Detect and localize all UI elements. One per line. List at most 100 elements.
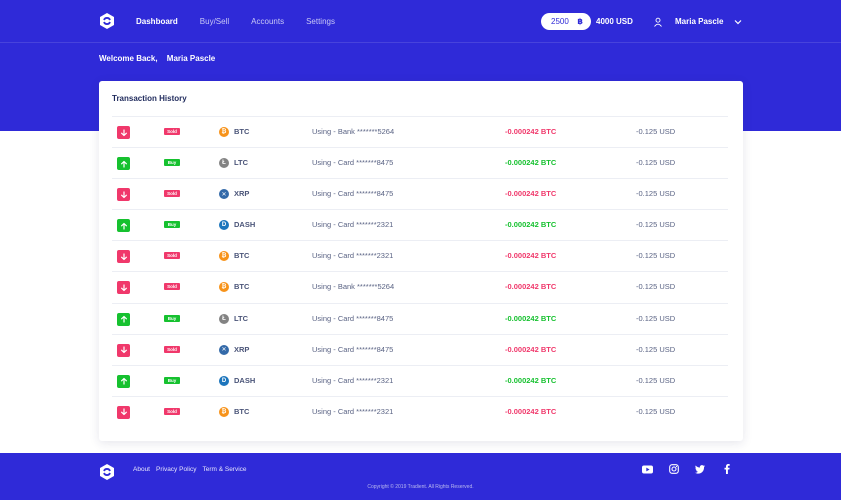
table-row[interactable]: Buy Ł LTC Using - Card *******8475 -0.000242…: [112, 302, 728, 334]
instagram-icon[interactable]: [668, 463, 680, 475]
nav-accounts[interactable]: Accounts: [251, 17, 284, 26]
arrow-up-icon: [117, 157, 130, 171]
coin-name: XRP: [234, 189, 250, 199]
crypto-amount: -0.000242 BTC: [505, 375, 557, 385]
crypto-amount: -0.000242 BTC: [505, 220, 557, 230]
balance-widget: 2500 ฿ 4000 USD: [541, 13, 633, 30]
coin-name: BTC: [234, 282, 250, 292]
xrp-coin-icon: ✕: [219, 189, 229, 200]
main-nav: Dashboard Buy/Sell Accounts Settings: [136, 0, 357, 43]
table-row[interactable]: Sold ₿ BTC Using - Bank *******5264 -0.00024…: [112, 271, 728, 302]
twitter-icon[interactable]: [694, 463, 706, 475]
user-menu[interactable]: Maria Pascle: [653, 13, 743, 30]
coin-name: BTC: [234, 251, 250, 261]
crypto-amount: -0.000242 BTC: [505, 344, 557, 354]
coin-name: DASH: [234, 220, 256, 230]
arrow-down-icon: [117, 405, 130, 419]
payment-method: Using - Bank *******5264: [312, 282, 395, 292]
usd-amount: -0.125 USD: [636, 313, 676, 323]
dash-coin-icon: D: [219, 220, 229, 231]
table-row[interactable]: Sold ₿ BTC Using - Bank *******5264 -0.00024…: [112, 116, 728, 147]
usd-amount: -0.125 USD: [636, 251, 676, 261]
logo-icon[interactable]: [98, 12, 116, 30]
arrow-down-icon: [117, 343, 130, 357]
usd-amount: -0.125 USD: [636, 282, 676, 292]
footer-link-about[interactable]: About: [133, 466, 150, 473]
coin-name: LTC: [234, 313, 249, 323]
transaction-type-badge: Sold: [164, 252, 180, 260]
transaction-type-badge: Sold: [164, 283, 180, 291]
payment-method: Using - Card *******2321: [312, 406, 394, 416]
btc-coin-icon: ₿: [219, 251, 229, 262]
arrow-up-icon: [117, 374, 130, 388]
crypto-amount: -0.000242 BTC: [505, 189, 557, 199]
table-row[interactable]: Buy D DASH Using - Card *******2321 -0.00024…: [112, 209, 728, 240]
table-row[interactable]: Buy Ł LTC Using - Card *******8475 -0.000242…: [112, 147, 728, 178]
welcome-message: Welcome Back, Maria Pascle: [99, 54, 222, 63]
crypto-amount: -0.000242 BTC: [505, 406, 557, 416]
youtube-icon[interactable]: [641, 463, 653, 475]
table-row[interactable]: Sold ✕ XRP Using - Card *******8475 -0.00024…: [112, 178, 728, 209]
arrow-down-icon: [117, 281, 130, 295]
dash-coin-icon: D: [219, 375, 229, 386]
payment-method: Using - Card *******2321: [312, 220, 394, 230]
footer: About Privacy Policy Term & Service Copy…: [0, 453, 841, 500]
btc-balance-pill[interactable]: 2500 ฿: [541, 13, 591, 30]
usd-amount: -0.125 USD: [636, 127, 676, 136]
arrow-down-icon: [117, 188, 130, 202]
ltc-coin-icon: Ł: [219, 158, 229, 169]
transaction-type-badge: Buy: [164, 376, 180, 384]
arrow-up-icon: [117, 219, 130, 233]
arrow-down-icon: [117, 250, 130, 264]
xrp-coin-icon: ✕: [219, 344, 229, 355]
crypto-amount: -0.000242 BTC: [505, 313, 557, 323]
transaction-type-badge: Sold: [164, 345, 180, 353]
transaction-type-badge: Buy: [164, 159, 180, 167]
crypto-amount: -0.000242 BTC: [505, 251, 557, 261]
transaction-type-badge: Buy: [164, 314, 180, 322]
coin-name: XRP: [234, 344, 250, 354]
btc-coin-icon: ₿: [219, 127, 229, 137]
usd-amount: -0.125 USD: [636, 406, 676, 416]
nav-dashboard[interactable]: Dashboard: [136, 17, 178, 26]
footer-logo-icon[interactable]: [98, 463, 116, 481]
table-row[interactable]: Buy D DASH Using - Card *******2321 -0.00024…: [112, 364, 728, 396]
table-row[interactable]: Sold ₿ BTC Using - Card *******2321 -0.00024…: [112, 395, 728, 427]
bitcoin-icon: ฿: [577, 17, 583, 26]
facebook-icon[interactable]: [721, 463, 733, 475]
payment-method: Using - Card *******8475: [312, 344, 394, 354]
usd-amount: -0.125 USD: [636, 158, 676, 168]
card-title: Transaction History: [112, 94, 187, 103]
nav-buy-sell[interactable]: Buy/Sell: [200, 17, 229, 26]
transaction-history-card: Transaction History Sold ₿ BTC Using - Bank…: [99, 81, 743, 441]
crypto-amount: -0.000242 BTC: [505, 282, 557, 292]
transaction-list: Sold ₿ BTC Using - Bank *******5264 -0.00024…: [112, 116, 728, 427]
usd-amount: -0.125 USD: [636, 220, 676, 230]
table-row[interactable]: Sold ✕ XRP Using - Card *******8475 -0.00024…: [112, 333, 728, 365]
payment-method: Using - Card *******8475: [312, 158, 394, 168]
payment-method: Using - Bank *******5264: [312, 127, 395, 136]
footer-link-terms[interactable]: Term & Service: [202, 466, 246, 473]
usd-amount: -0.125 USD: [636, 189, 676, 199]
payment-method: Using - Card *******2321: [312, 375, 394, 385]
usd-balance: 4000 USD: [596, 17, 633, 26]
chevron-down-icon[interactable]: [733, 17, 743, 27]
ltc-coin-icon: Ł: [219, 313, 229, 324]
table-row[interactable]: Sold ₿ BTC Using - Card *******2321 -0.00024…: [112, 240, 728, 271]
payment-method: Using - Card *******8475: [312, 313, 394, 323]
footer-link-privacy[interactable]: Privacy Policy: [156, 466, 196, 473]
usd-amount: -0.125 USD: [636, 375, 676, 385]
arrow-down-icon: [117, 126, 130, 139]
coin-name: LTC: [234, 158, 249, 168]
btc-coin-icon: ₿: [219, 406, 229, 417]
user-name: Maria Pascle: [675, 17, 724, 26]
transaction-type-badge: Sold: [164, 128, 180, 135]
btc-balance-amount: 2500: [551, 17, 569, 26]
transaction-type-badge: Buy: [164, 221, 180, 229]
nav-settings[interactable]: Settings: [306, 17, 335, 26]
payment-method: Using - Card *******8475: [312, 189, 394, 199]
footer-links: About Privacy Policy Term & Service: [133, 466, 253, 473]
crypto-amount: -0.000242 BTC: [505, 127, 557, 136]
usd-amount: -0.125 USD: [636, 344, 676, 354]
top-navbar: Dashboard Buy/Sell Accounts Settings 250…: [0, 0, 841, 43]
